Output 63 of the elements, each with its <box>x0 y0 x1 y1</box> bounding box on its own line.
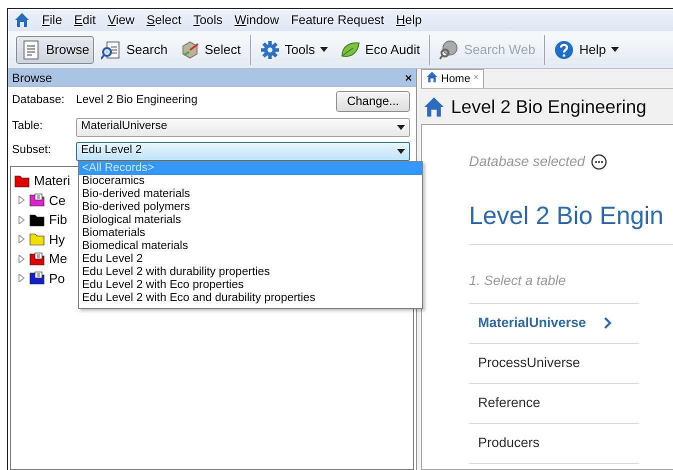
cube-icon <box>180 40 200 60</box>
field-label: Subset: <box>12 143 52 158</box>
dropdown-option[interactable]: Edu Level 2 with Eco and durability properties <box>79 292 422 305</box>
menu-item[interactable]: File <box>42 10 62 30</box>
database-heading: Level 2 Bio Engin <box>469 198 673 244</box>
table-link[interactable]: Producers <box>478 433 540 454</box>
chevron-icon <box>604 317 612 330</box>
tree-item-label[interactable]: Fib <box>49 210 68 230</box>
field-label: Table: <box>12 119 44 134</box>
dropdown-option[interactable]: Bio-derived polymers <box>79 201 422 214</box>
toolbar-button[interactable]: Help <box>549 36 624 64</box>
search-icon <box>101 40 122 60</box>
toolbar-button[interactable]: Eco Audit <box>335 36 425 64</box>
close-button[interactable]: × <box>473 71 479 84</box>
home-icon <box>14 12 30 28</box>
dropdown-option[interactable]: Biomedical materials <box>79 240 422 253</box>
more-icon <box>590 154 607 170</box>
leaf-icon <box>340 40 360 60</box>
document-icon <box>21 40 41 60</box>
close-button[interactable]: × <box>404 69 412 87</box>
caret-icon <box>397 124 405 130</box>
menu-item[interactable]: Tools <box>193 10 223 30</box>
caret-icon <box>397 148 405 154</box>
tree-item-label[interactable]: Po <box>49 268 65 288</box>
tab[interactable]: Home × <box>421 69 484 88</box>
home-icon <box>423 96 445 118</box>
globe-search-icon <box>439 40 459 60</box>
page-title: Level 2 Bio Engineering <box>451 94 646 119</box>
tree-item-label[interactable]: Me <box>49 249 68 268</box>
tree-item-label[interactable]: Materi <box>34 171 70 190</box>
toolbar-button[interactable]: Tools <box>254 36 334 64</box>
menu-item[interactable]: Edit <box>74 10 96 30</box>
table-link[interactable]: MaterialUniverse <box>478 313 586 334</box>
table-link[interactable]: ProcessUniverse <box>478 353 580 374</box>
help-icon <box>554 40 574 60</box>
tree-item-label[interactable]: Ce <box>49 190 66 210</box>
dropdown-option[interactable]: Bio-derived materials <box>79 188 422 201</box>
dropdown-option[interactable]: Edu Level 2 with Eco properties <box>79 279 422 292</box>
status-text: Database selected <box>469 152 585 171</box>
dropdown-option[interactable]: Edu Level 2 with durability properties <box>79 266 422 279</box>
menu-item[interactable]: View <box>108 10 135 30</box>
gear-icon <box>260 40 280 60</box>
toolbar-button[interactable]: Browse <box>16 36 94 64</box>
toolbar-button[interactable]: Search <box>96 36 173 64</box>
dropdown-field[interactable]: Edu Level 2 <box>76 142 410 160</box>
dropdown-option[interactable]: Bioceramics <box>79 175 422 188</box>
table-link[interactable]: Reference <box>478 393 540 414</box>
menu-item[interactable]: Help <box>396 10 422 30</box>
dropdown-option[interactable]: Edu Level 2 <box>79 253 422 266</box>
dropdown-field[interactable]: MaterialUniverse <box>76 118 410 136</box>
home-icon <box>426 71 438 83</box>
tree-item-label[interactable]: Hy <box>49 230 65 249</box>
menu-item[interactable]: Window <box>234 10 280 30</box>
field-label: Database: <box>12 93 66 108</box>
change-button[interactable]: Change... <box>336 90 410 112</box>
toolbar-button[interactable]: Select <box>174 36 246 64</box>
dropdown-option[interactable]: Biological materials <box>79 214 422 227</box>
dropdown-option[interactable]: Biomaterials <box>79 227 422 240</box>
step-label: 1. Select a table <box>469 270 639 304</box>
menu-item[interactable]: Feature Request <box>291 10 384 30</box>
database-name: Level 2 Bio Engineering <box>76 93 198 108</box>
panel-title: Browse <box>12 70 52 87</box>
menu-item[interactable]: Select <box>146 10 182 30</box>
